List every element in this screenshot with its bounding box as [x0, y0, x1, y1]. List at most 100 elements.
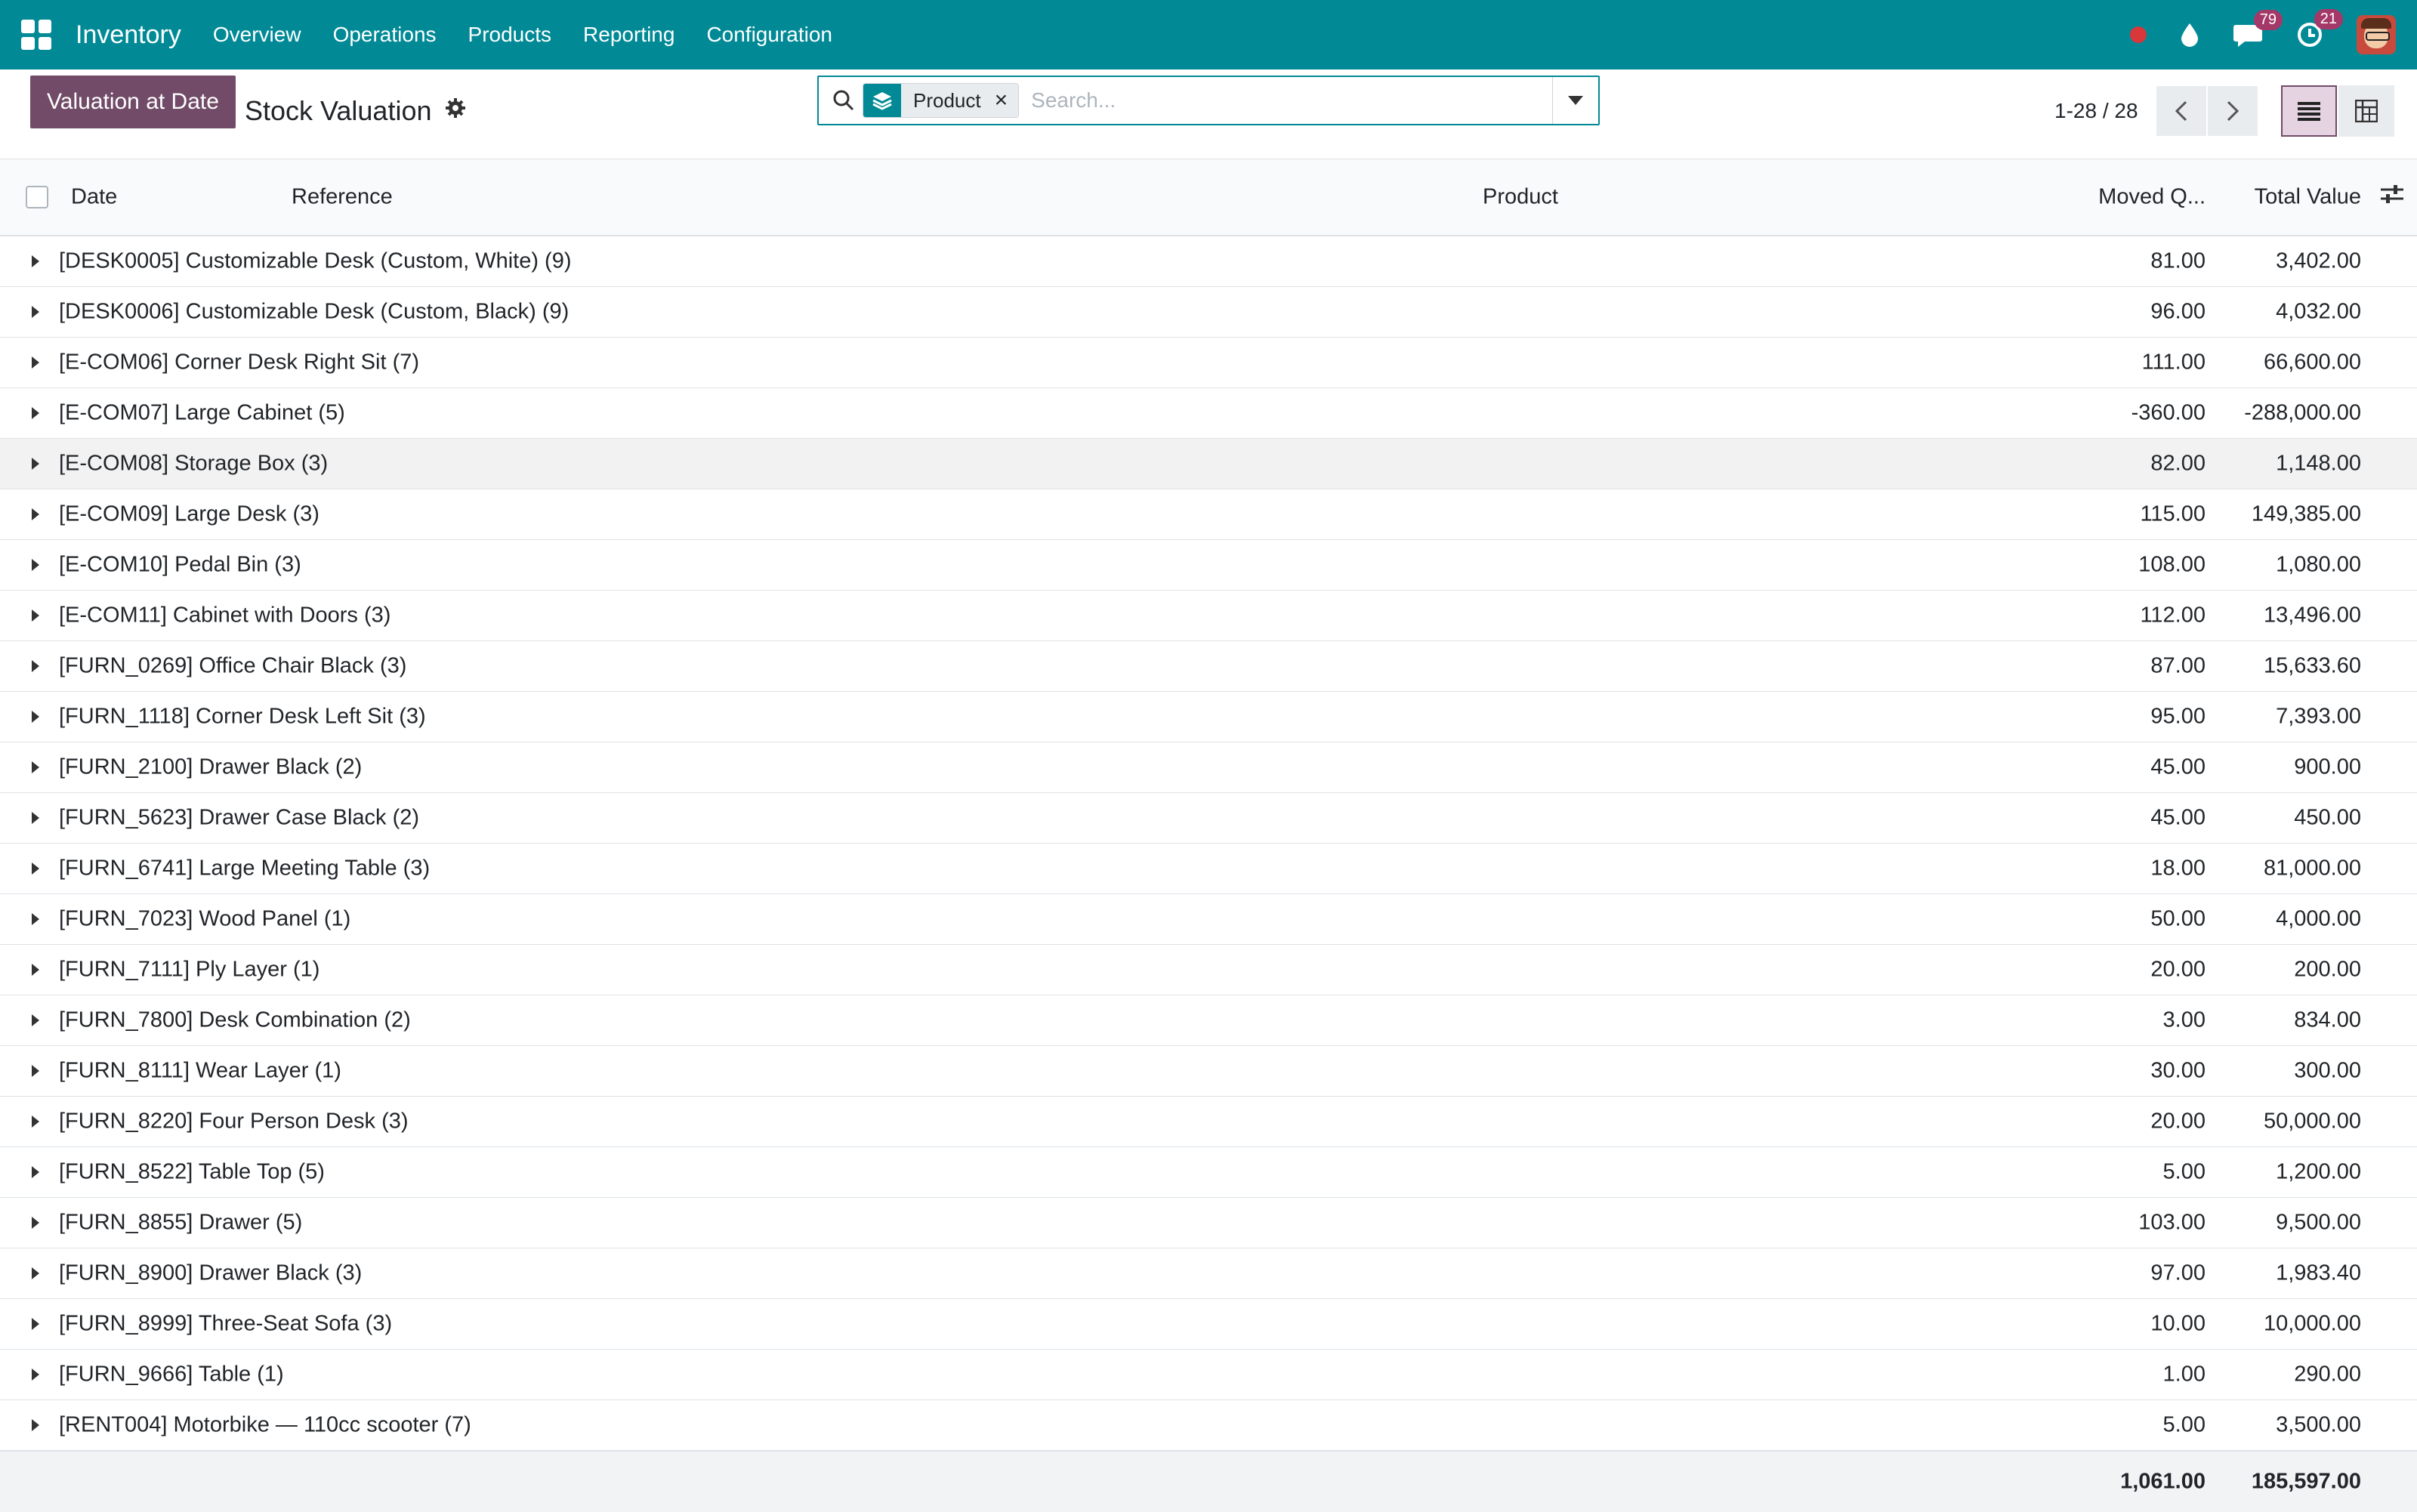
caret-right-icon[interactable] [32, 862, 39, 875]
gear-icon[interactable] [445, 97, 466, 125]
drop-icon[interactable] [2180, 22, 2199, 48]
group-row[interactable]: [FURN_2100] Drawer Black (2) 45.00 900.00 [0, 742, 2417, 793]
group-total-value: 4,032.00 [2276, 299, 2361, 324]
pager-value[interactable]: 1-28 / 28 [2054, 99, 2138, 123]
search-options-toggle[interactable] [1552, 77, 1598, 124]
caret-right-icon[interactable] [32, 1115, 39, 1128]
group-row[interactable]: [E-COM11] Cabinet with Doors (3) 112.00 13… [0, 591, 2417, 641]
group-row[interactable]: [FURN_8522] Table Top (5) 5.00 1,200.00 [0, 1147, 2417, 1198]
group-row[interactable]: [FURN_9666] Table (1) 1.00 290.00 [0, 1350, 2417, 1400]
control-panel: Valuation at Date Stock Valuation Produc… [0, 69, 2417, 159]
column-moved-qty[interactable]: Moved Q... [2098, 185, 2206, 210]
group-row[interactable]: [FURN_7023] Wood Panel (1) 50.00 4,000.00 [0, 894, 2417, 945]
group-row[interactable]: [FURN_6741] Large Meeting Table (3) 18.00… [0, 844, 2417, 894]
app-title[interactable]: Inventory [76, 20, 181, 50]
caret-right-icon[interactable] [32, 1065, 39, 1077]
group-row[interactable]: [FURN_1118] Corner Desk Left Sit (3) 95.0… [0, 692, 2417, 742]
group-total-value: 4,000.00 [2276, 906, 2361, 931]
caret-right-icon[interactable] [32, 407, 39, 419]
group-name: [E-COM11] Cabinet with Doors (3) [59, 603, 391, 628]
column-product[interactable]: Product [1483, 185, 1558, 210]
caret-right-icon[interactable] [32, 761, 39, 773]
caret-right-icon[interactable] [32, 1166, 39, 1178]
caret-right-icon[interactable] [32, 964, 39, 976]
caret-right-icon[interactable] [32, 559, 39, 571]
group-total-value: 900.00 [2294, 754, 2361, 779]
group-row[interactable]: [FURN_7111] Ply Layer (1) 20.00 200.00 [0, 945, 2417, 995]
group-row[interactable]: [FURN_8900] Drawer Black (3) 97.00 1,983.4… [0, 1248, 2417, 1299]
app-grid-icon[interactable] [21, 20, 51, 50]
list-view-button[interactable] [2281, 85, 2337, 137]
group-row[interactable]: [RENT004] Motorbike — 110cc scooter (7) 5… [0, 1400, 2417, 1451]
group-row[interactable]: [FURN_0269] Office Chair Black (3) 87.00 1… [0, 641, 2417, 692]
group-row[interactable]: [E-COM07] Large Cabinet (5) -360.00 -288,0… [0, 388, 2417, 439]
group-moved-qty: 45.00 [2150, 754, 2206, 779]
caret-right-icon[interactable] [32, 711, 39, 723]
group-name: [FURN_7023] Wood Panel (1) [59, 906, 351, 931]
caret-right-icon[interactable] [32, 306, 39, 318]
caret-right-icon[interactable] [32, 458, 39, 470]
caret-right-icon[interactable] [32, 1217, 39, 1229]
messages-icon[interactable]: 79 [2233, 10, 2283, 48]
pivot-view-button[interactable] [2338, 85, 2394, 137]
column-date[interactable]: Date [71, 185, 117, 210]
caret-right-icon[interactable] [32, 255, 39, 267]
menu-overview[interactable]: Overview [213, 23, 301, 47]
menu-reporting[interactable]: Reporting [583, 23, 674, 47]
group-moved-qty: 50.00 [2150, 906, 2206, 931]
menu-configuration[interactable]: Configuration [706, 23, 832, 47]
column-reference[interactable]: Reference [292, 185, 393, 210]
group-row[interactable]: [DESK0006] Customizable Desk (Custom, Bl… [0, 287, 2417, 338]
caret-down-icon [1568, 96, 1583, 105]
facet-close-icon[interactable]: × [991, 84, 1019, 117]
column-total-value[interactable]: Total Value [2255, 185, 2361, 210]
group-moved-qty: 111.00 [2141, 350, 2206, 375]
pager: 1-28 / 28 [2054, 85, 2258, 137]
group-row[interactable]: [FURN_7800] Desk Combination (2) 3.00 834.… [0, 995, 2417, 1046]
caret-right-icon[interactable] [32, 913, 39, 925]
caret-right-icon[interactable] [32, 1419, 39, 1431]
pager-previous-button[interactable] [2156, 86, 2206, 136]
group-row[interactable]: [E-COM10] Pedal Bin (3) 108.00 1,080.00 [0, 540, 2417, 591]
caret-right-icon[interactable] [32, 1014, 39, 1026]
group-total-value: -288,000.00 [2244, 400, 2361, 425]
recording-icon[interactable] [2130, 26, 2147, 43]
group-moved-qty: 5.00 [2162, 1159, 2206, 1184]
menu-products[interactable]: Products [468, 23, 552, 47]
group-row[interactable]: [FURN_8999] Three-Seat Sofa (3) 10.00 10,0… [0, 1299, 2417, 1350]
group-total-value: 1,148.00 [2276, 451, 2361, 476]
group-total-value: 10,000.00 [2263, 1311, 2361, 1336]
top-navbar: Inventory Overview Operations Products R… [0, 0, 2417, 69]
caret-right-icon[interactable] [32, 1267, 39, 1279]
caret-right-icon[interactable] [32, 356, 39, 369]
group-row[interactable]: [FURN_8111] Wear Layer (1) 30.00 300.00 [0, 1046, 2417, 1097]
group-name: [FURN_8111] Wear Layer (1) [59, 1058, 341, 1083]
group-name: [E-COM10] Pedal Bin (3) [59, 552, 301, 577]
caret-right-icon[interactable] [32, 660, 39, 672]
group-row[interactable]: [DESK0005] Customizable Desk (Custom, Wh… [0, 236, 2417, 287]
user-avatar[interactable] [2357, 15, 2396, 54]
caret-right-icon[interactable] [32, 1369, 39, 1381]
menu-operations[interactable]: Operations [333, 23, 437, 47]
valuation-at-date-button[interactable]: Valuation at Date [30, 76, 236, 128]
group-row[interactable]: [E-COM06] Corner Desk Right Sit (7) 111.0… [0, 338, 2417, 388]
group-name: [FURN_8900] Drawer Black (3) [59, 1261, 363, 1285]
group-row[interactable]: [FURN_5623] Drawer Case Black (2) 45.00 45… [0, 793, 2417, 844]
group-row[interactable]: [FURN_8220] Four Person Desk (3) 20.00 50,… [0, 1097, 2417, 1147]
search-input[interactable] [1029, 88, 1552, 113]
group-moved-qty: 20.00 [2150, 957, 2206, 982]
caret-right-icon[interactable] [32, 1318, 39, 1330]
pager-next-button[interactable] [2207, 86, 2258, 136]
caret-right-icon[interactable] [32, 609, 39, 622]
group-row[interactable]: [FURN_8855] Drawer (5) 103.00 9,500.00 [0, 1198, 2417, 1248]
caret-right-icon[interactable] [32, 508, 39, 520]
group-name: [FURN_9666] Table (1) [59, 1362, 284, 1387]
optional-columns-toggle-icon[interactable] [2381, 184, 2403, 210]
select-all-checkbox[interactable] [26, 186, 48, 208]
group-row[interactable]: [E-COM09] Large Desk (3) 115.00 149,385.00 [0, 489, 2417, 540]
activity-clock-icon[interactable]: 21 [2296, 9, 2343, 48]
caret-right-icon[interactable] [32, 812, 39, 824]
group-row[interactable]: [E-COM08] Storage Box (3) 82.00 1,148.00 [0, 439, 2417, 489]
chevron-left-icon [2175, 100, 2187, 122]
group-moved-qty: 108.00 [2138, 552, 2206, 577]
